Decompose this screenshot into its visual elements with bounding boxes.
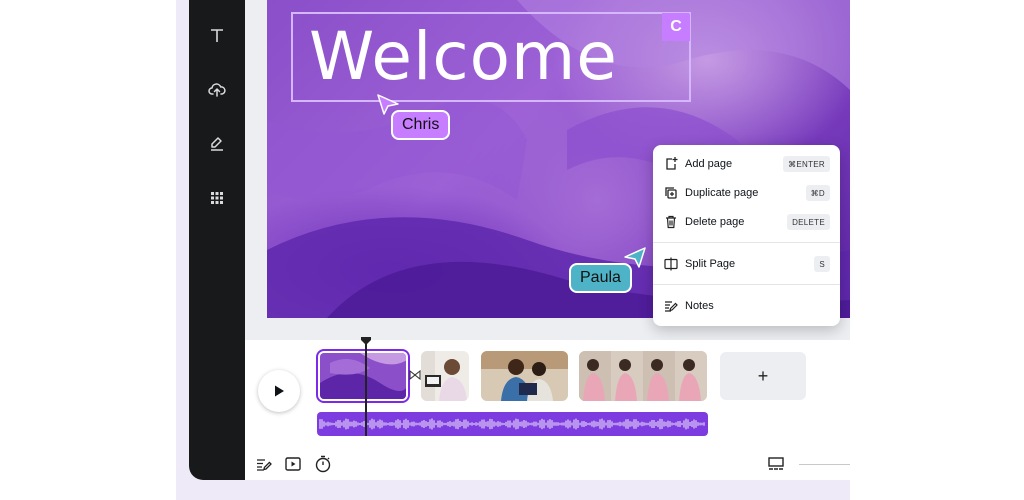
- add-page-button[interactable]: +: [720, 352, 806, 400]
- shortcut-badge: ⌘ENTER: [783, 156, 830, 172]
- apps-button[interactable]: [201, 182, 233, 214]
- menu-item-label: Add page: [685, 158, 733, 170]
- upload-cloud-icon: [208, 83, 226, 97]
- menu-divider: [653, 242, 840, 243]
- menu-item-label: Duplicate page: [685, 187, 759, 199]
- draw-icon: [211, 137, 223, 151]
- menu-divider: [653, 284, 840, 285]
- play-button[interactable]: [258, 370, 300, 412]
- clip-thumbnail: [320, 353, 406, 399]
- menu-item-notes[interactable]: Notes: [653, 292, 840, 320]
- notes-icon[interactable]: [255, 455, 273, 473]
- menu-item-label: Split Page: [685, 258, 736, 270]
- zoom-slider[interactable]: [799, 464, 850, 465]
- apps-grid-icon: [211, 192, 223, 204]
- menu-item-add-page[interactable]: Add page ⌘ENTER: [653, 150, 840, 178]
- menu-item-split-page[interactable]: Split Page S: [653, 250, 840, 278]
- split-page-icon: [664, 257, 678, 271]
- playhead[interactable]: [365, 340, 367, 436]
- add-page-icon: [666, 157, 678, 170]
- grid-view-icon[interactable]: [767, 455, 785, 473]
- clip-thumbnail: [481, 351, 568, 401]
- present-icon[interactable]: [284, 455, 302, 473]
- text-icon: [211, 29, 223, 42]
- shortcut-badge: DELETE: [787, 214, 830, 230]
- bowtie-transition-icon[interactable]: [409, 370, 421, 380]
- draw-button[interactable]: [201, 128, 233, 160]
- playhead-handle-icon[interactable]: [361, 337, 371, 345]
- collaborator-badge: C: [662, 13, 690, 41]
- shortcut-badge: S: [814, 256, 830, 272]
- menu-item-label: Delete page: [685, 216, 745, 228]
- timeline: +: [245, 337, 850, 480]
- paula-name-tag: Paula: [569, 263, 632, 293]
- menu-item-label: Notes: [685, 300, 714, 312]
- clip-thumbnail: [421, 351, 469, 401]
- audio-waveform: [319, 418, 705, 430]
- notes-icon: [665, 301, 678, 312]
- timer-icon[interactable]: [314, 455, 332, 473]
- headline-selection-box[interactable]: Welcome: [291, 12, 691, 102]
- play-icon: [275, 385, 284, 397]
- menu-item-delete-page[interactable]: Delete page DELETE: [653, 208, 840, 236]
- uploads-button[interactable]: [201, 74, 233, 106]
- timeline-clip-4[interactable]: [579, 351, 707, 401]
- duplicate-page-icon: [665, 187, 677, 199]
- shortcut-badge: ⌘D: [805, 185, 830, 201]
- timeline-clip-2[interactable]: [421, 351, 469, 401]
- clip-thumbnail: [579, 351, 707, 401]
- page-context-menu: Add page ⌘ENTER Duplicate page ⌘D Delete…: [653, 145, 840, 326]
- timeline-clip-3[interactable]: [481, 351, 568, 401]
- headline-text[interactable]: Welcome: [309, 18, 618, 96]
- timeline-clip-1[interactable]: [316, 349, 410, 403]
- stage: Welcome C Chris Paula Add page ⌘ENTER Du…: [0, 0, 1024, 500]
- text-tool-button[interactable]: [201, 20, 233, 52]
- audio-track[interactable]: [317, 412, 708, 436]
- sidebar: [189, 0, 245, 480]
- menu-item-duplicate-page[interactable]: Duplicate page ⌘D: [653, 179, 840, 207]
- chris-name-tag: Chris: [391, 110, 451, 140]
- trash-icon: [666, 215, 676, 229]
